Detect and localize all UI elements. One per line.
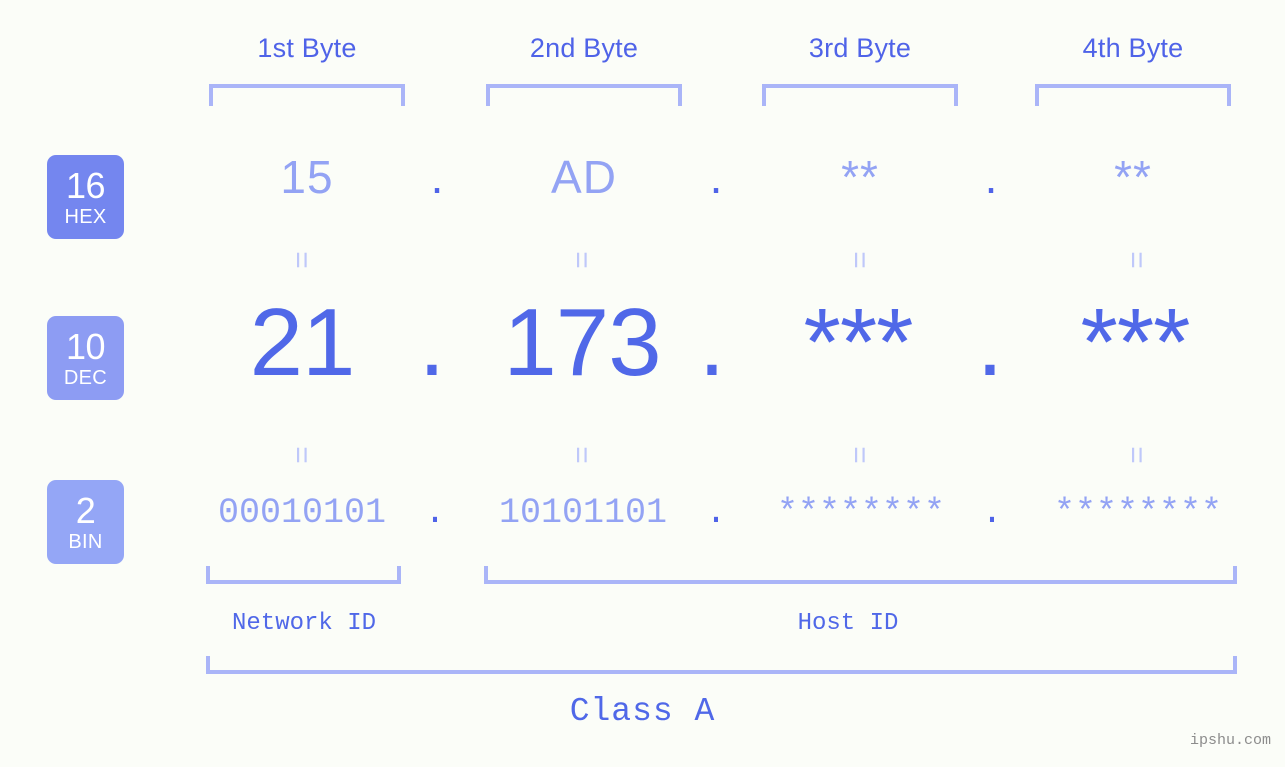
ip-address-diagram: 1st Byte 2nd Byte 3rd Byte 4th Byte 16 H… bbox=[0, 0, 1285, 767]
dec-byte-4: *** bbox=[1080, 289, 1190, 396]
equals-dec-bin-3: = bbox=[843, 446, 876, 464]
hex-byte-2: AD bbox=[551, 151, 617, 203]
byte-bracket-1 bbox=[209, 84, 405, 106]
bin-byte-4: ******** bbox=[1053, 493, 1223, 533]
hex-byte-4: ** bbox=[1114, 151, 1152, 203]
bin-byte-3: ******** bbox=[776, 493, 946, 533]
base-badge-dec-system: DEC bbox=[63, 366, 108, 389]
equals-hex-dec-1: = bbox=[285, 251, 318, 269]
equals-hex-dec-3: = bbox=[843, 251, 876, 269]
hex-byte-1: 15 bbox=[280, 151, 334, 203]
network-id-label: Network ID bbox=[231, 610, 377, 637]
class-label: Class A bbox=[569, 693, 716, 730]
dec-byte-2: 173 bbox=[503, 289, 661, 396]
bin-separator-1: . bbox=[424, 493, 446, 533]
byte-bracket-2 bbox=[486, 84, 682, 106]
base-badge-bin-system: BIN bbox=[68, 530, 103, 553]
base-badge-dec-number: 10 bbox=[65, 325, 106, 367]
base-badge-hex: 16 HEX bbox=[47, 155, 124, 239]
byte-header-1: 1st Byte bbox=[257, 33, 357, 63]
bin-byte-1: 00010101 bbox=[217, 493, 387, 533]
equals-hex-dec-2: = bbox=[565, 251, 598, 269]
equals-dec-bin-4: = bbox=[1120, 446, 1153, 464]
byte-header-2: 2nd Byte bbox=[529, 33, 639, 63]
network-id-bracket bbox=[206, 566, 401, 584]
base-badge-hex-system: HEX bbox=[64, 205, 107, 228]
byte-bracket-3 bbox=[762, 84, 958, 106]
base-badge-bin-number: 2 bbox=[75, 489, 96, 531]
dec-byte-1: 21 bbox=[249, 289, 356, 396]
hex-byte-3: ** bbox=[841, 151, 879, 203]
dec-byte-3: *** bbox=[803, 289, 913, 396]
host-id-label: Host ID bbox=[797, 610, 899, 637]
base-badge-bin: 2 BIN bbox=[47, 480, 124, 564]
bin-byte-2: 10101101 bbox=[498, 493, 668, 533]
equals-dec-bin-1: = bbox=[285, 446, 318, 464]
class-bracket bbox=[206, 656, 1237, 674]
equals-dec-bin-2: = bbox=[565, 446, 598, 464]
byte-bracket-4 bbox=[1035, 84, 1231, 106]
host-id-bracket bbox=[484, 566, 1237, 584]
bin-separator-2: . bbox=[705, 493, 727, 533]
bin-separator-3: . bbox=[981, 493, 1003, 533]
hex-separator-1: . bbox=[430, 151, 444, 203]
base-badge-dec: 10 DEC bbox=[47, 316, 124, 400]
site-watermark: ipshu.com bbox=[1189, 732, 1271, 749]
dec-separator-1: . bbox=[418, 289, 446, 396]
base-badge-hex-number: 16 bbox=[65, 164, 106, 206]
byte-header-4: 4th Byte bbox=[1082, 33, 1184, 63]
byte-header-3: 3rd Byte bbox=[808, 33, 912, 63]
equals-hex-dec-4: = bbox=[1120, 251, 1153, 269]
